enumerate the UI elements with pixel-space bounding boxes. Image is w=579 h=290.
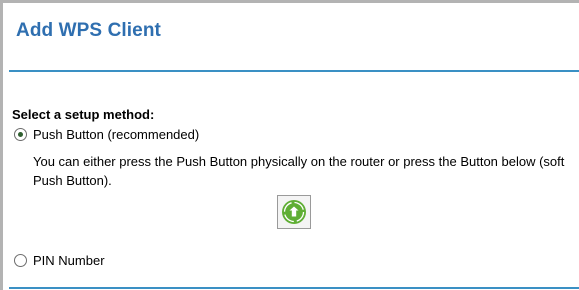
page-title: Add WPS Client <box>16 20 161 41</box>
push-button-radio[interactable] <box>14 128 27 141</box>
wps-push-icon <box>282 200 306 224</box>
push-button-option[interactable]: Push Button (recommended) <box>14 127 199 142</box>
pin-number-radio[interactable] <box>14 254 27 267</box>
pin-number-option-label: PIN Number <box>33 253 105 268</box>
soft-push-button[interactable] <box>277 195 311 229</box>
push-button-option-label: Push Button (recommended) <box>33 127 200 142</box>
setup-method-label: Select a setup method: <box>12 107 155 122</box>
pin-number-option[interactable]: PIN Number <box>14 253 105 268</box>
divider <box>9 287 579 289</box>
push-button-description: You can either press the Push Button phy… <box>33 154 565 188</box>
divider <box>9 70 579 72</box>
wps-panel: Add WPS Client Select a setup method: Pu… <box>0 0 579 290</box>
